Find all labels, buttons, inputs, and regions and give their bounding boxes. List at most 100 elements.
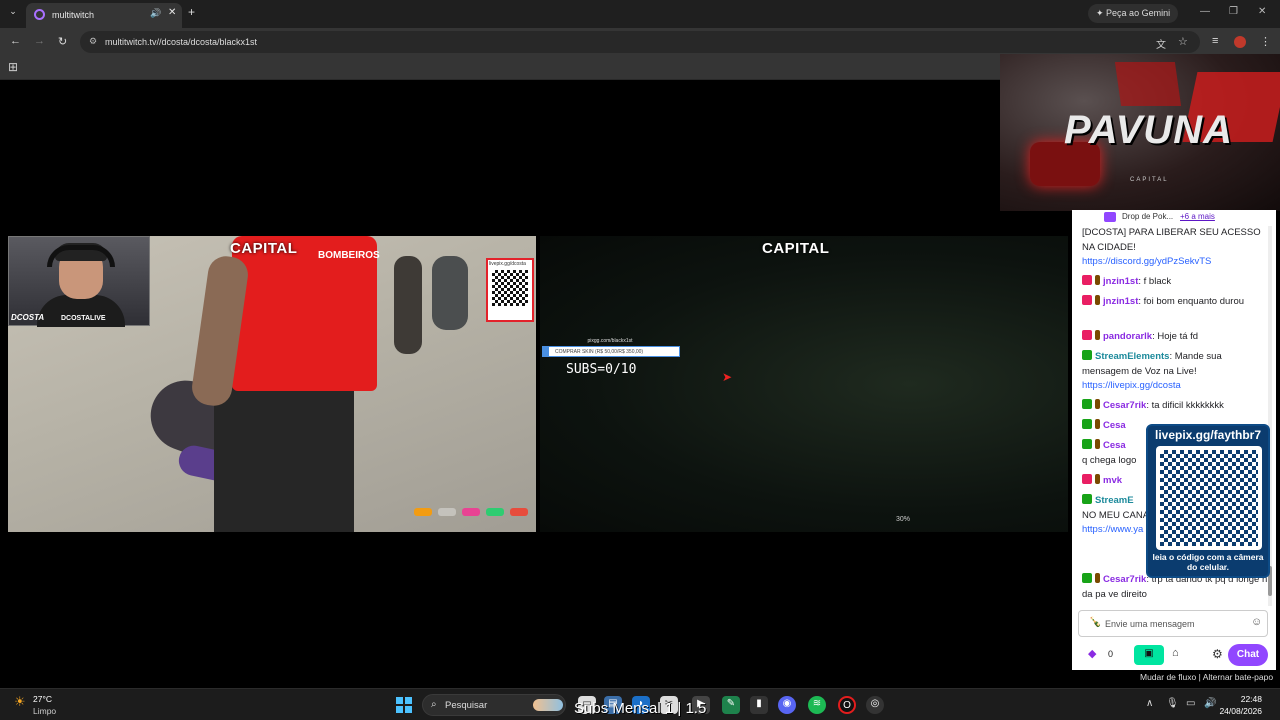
webcam-handle: DCOSTALIVE (61, 315, 106, 322)
chat-username[interactable]: StreamE (1095, 495, 1134, 506)
donate-progress-fill (543, 347, 549, 356)
bottle-badge-icon (1095, 275, 1100, 285)
chat-message: [DCOSTA] PARA LIBERAR SEU ACESSO NA CIDA… (1082, 226, 1268, 270)
tray-overflow-icon[interactable]: ∧ (1146, 698, 1153, 709)
app-icon[interactable]: ✎ (722, 696, 740, 714)
chat-username[interactable]: Cesar7rik (1103, 574, 1146, 585)
message-text: Hoje tá fd (1157, 331, 1199, 342)
url-text[interactable]: multitwitch.tv//dcosta/dcosta/blackx1st (105, 37, 257, 47)
game-hud (408, 508, 528, 522)
bottle-badge-icon (1095, 330, 1100, 340)
livepix-qr-card: livepix.gg/dcosta (486, 258, 534, 322)
sub-badge-icon (1082, 330, 1092, 340)
chat-username[interactable]: jnzin1st (1103, 276, 1138, 287)
media-control-icon[interactable]: ≡ (1212, 35, 1218, 47)
start-windows-icon[interactable] (396, 697, 412, 713)
terminal-icon[interactable]: ▮ (750, 696, 768, 714)
mod-badge-icon (1082, 494, 1092, 504)
subs-overlay-text: Subs Mensal 1 | 1.5 (574, 700, 707, 717)
weather-icon[interactable]: ☀ (14, 694, 26, 710)
taskbar-search[interactable]: ⌕ Pesquisar (422, 694, 566, 716)
close-window-icon[interactable]: ✕ (1258, 6, 1266, 17)
microphone-icon[interactable]: 🎙 (1166, 698, 1179, 709)
gemini-button[interactable]: ✦ Peça ao Gemini (1088, 4, 1178, 23)
message-text: [DCOSTA] PARA LIBERAR SEU ACESSO NA CIDA… (1082, 227, 1261, 253)
webcam-name: DCOSTA (11, 313, 45, 322)
sub-badge-icon (1082, 275, 1092, 285)
opera-icon[interactable]: O (838, 696, 856, 714)
bookmark-star-icon[interactable]: ☆ (1178, 35, 1188, 48)
chat-username[interactable]: pandorarlk (1103, 331, 1152, 342)
browser-tab-bar: ⌄ multitwitch 🔊 ✕ + ✦ Peça ao Gemini — ❐… (0, 0, 1280, 28)
tab-title: multitwitch (52, 10, 95, 20)
spotify-icon[interactable]: ≋ (808, 696, 826, 714)
close-tab-icon[interactable]: ✕ (168, 7, 176, 18)
reload-icon[interactable]: ↻ (58, 35, 67, 48)
scene-bystander (432, 256, 468, 330)
capital-logo: CAPITAL (230, 240, 298, 257)
weather-description[interactable]: Limpo (33, 706, 56, 716)
discord-icon[interactable]: ◉ (778, 696, 796, 714)
chat-username[interactable]: StreamElements (1095, 351, 1169, 362)
chat-input-placeholder: Envie uma mensagem (1105, 619, 1195, 629)
bot-icon[interactable]: ⌂ (1172, 647, 1179, 659)
back-icon[interactable]: ← (10, 35, 21, 47)
chat-username[interactable]: jnzin1st (1103, 296, 1138, 307)
chrome-icon[interactable]: ◎ (866, 696, 884, 714)
chat-send-button[interactable]: Chat (1228, 644, 1268, 666)
bottle-badge-icon (1095, 419, 1100, 429)
clock-date[interactable]: 24/08/2026 (1216, 706, 1262, 716)
donate-progress-bar: COMPRAR SKIN (R$ 50,00/R$ 350,00) (542, 346, 680, 357)
chat-toolbar: ◆ 0 ▣ ⌂ ⚙ Chat (1078, 643, 1268, 667)
profile-avatar[interactable] (1234, 36, 1246, 48)
chat-username[interactable]: Cesa (1103, 440, 1126, 451)
chat-username[interactable]: Cesar7rik (1103, 400, 1146, 411)
channel-points-icon[interactable]: ◆ (1088, 647, 1096, 660)
stream-player-blackx1st[interactable]: CAPITAL pixgg.com/blackx1st COMPRAR SKIN… (540, 236, 1068, 532)
mod-badge-icon (1082, 573, 1092, 583)
tab-list-icon[interactable]: ⌄ (6, 6, 20, 20)
chat-footer-links[interactable]: Mudar de fluxo | Alternar bate-papo (1140, 672, 1273, 682)
hud-pill (438, 508, 456, 516)
hud-pill (486, 508, 504, 516)
chat-username[interactable]: mvk (1103, 475, 1122, 486)
chat-settings-gear-icon[interactable]: ⚙ (1212, 647, 1223, 661)
speaker-icon[interactable]: 🔊 (150, 8, 161, 19)
flag-graphic (1114, 62, 1182, 106)
streamer-webcam: DCOSTA DCOSTALIVE (8, 236, 150, 327)
message-link[interactable]: https://livepix.gg/dcosta (1082, 380, 1181, 391)
volume-icon[interactable]: 🔊 (1204, 698, 1216, 709)
message-link[interactable]: https://discord.gg/ydPzSekvTS (1082, 256, 1211, 267)
site-info-icon[interactable]: ⚙ (89, 36, 97, 47)
chat-input[interactable]: 🍾 Envie uma mensagem ☺ (1078, 610, 1268, 637)
qr-overlay-caption: leia o código com a câmera do celular. (1152, 552, 1264, 572)
pinned-more-link[interactable]: +6 a mais (1180, 212, 1215, 221)
stream-player-dcosta[interactable]: CAPITAL BOMBEIROS DCOSTA DCOSTALIVE live… (8, 236, 536, 532)
emote-picker-icon[interactable]: ☺ (1251, 616, 1262, 628)
network-icon[interactable]: ▭ (1186, 698, 1195, 709)
pavuna-promo-banner[interactable]: PAVUNA CAPITAL (1000, 54, 1280, 211)
apps-grid-icon[interactable]: ⊞ (8, 60, 18, 74)
browser-tab[interactable]: multitwitch 🔊 ✕ (26, 3, 182, 28)
chat-message: StreamElements: Mande sua mensagem de Vo… (1082, 350, 1222, 391)
omnibox[interactable]: ⚙ multitwitch.tv//dcosta/dcosta/blackx1s… (80, 31, 1200, 53)
bottle-badge-icon (1095, 399, 1100, 409)
weather-temperature[interactable]: 27°C (33, 694, 52, 704)
mod-badge-icon (1082, 439, 1092, 449)
donate-goal-label: COMPRAR SKIN (R$ 50,00/R$ 350,00) (555, 349, 644, 355)
game-hud-text: 30% (896, 516, 911, 523)
minimize-icon[interactable]: — (1200, 6, 1210, 17)
mod-badge-icon (1082, 350, 1092, 360)
menu-kebab-icon[interactable]: ⋮ (1260, 35, 1271, 48)
clock-time[interactable]: 22:48 (1222, 694, 1262, 704)
pinned-drops-bar[interactable]: Drop de Pok... +6 a mais (1086, 210, 1262, 224)
message-text: f black (1143, 276, 1172, 287)
qr-card-url: livepix.gg/dcosta (489, 261, 526, 267)
new-tab-icon[interactable]: + (188, 5, 195, 19)
scene-bystander (394, 256, 422, 354)
translate-icon[interactable]: 文 (1156, 36, 1166, 51)
maximize-icon[interactable]: ❐ (1229, 6, 1238, 17)
forward-icon[interactable]: → (34, 35, 45, 47)
gift-bits-button[interactable]: ▣ (1134, 645, 1164, 665)
chat-username[interactable]: Cesa (1103, 420, 1126, 431)
